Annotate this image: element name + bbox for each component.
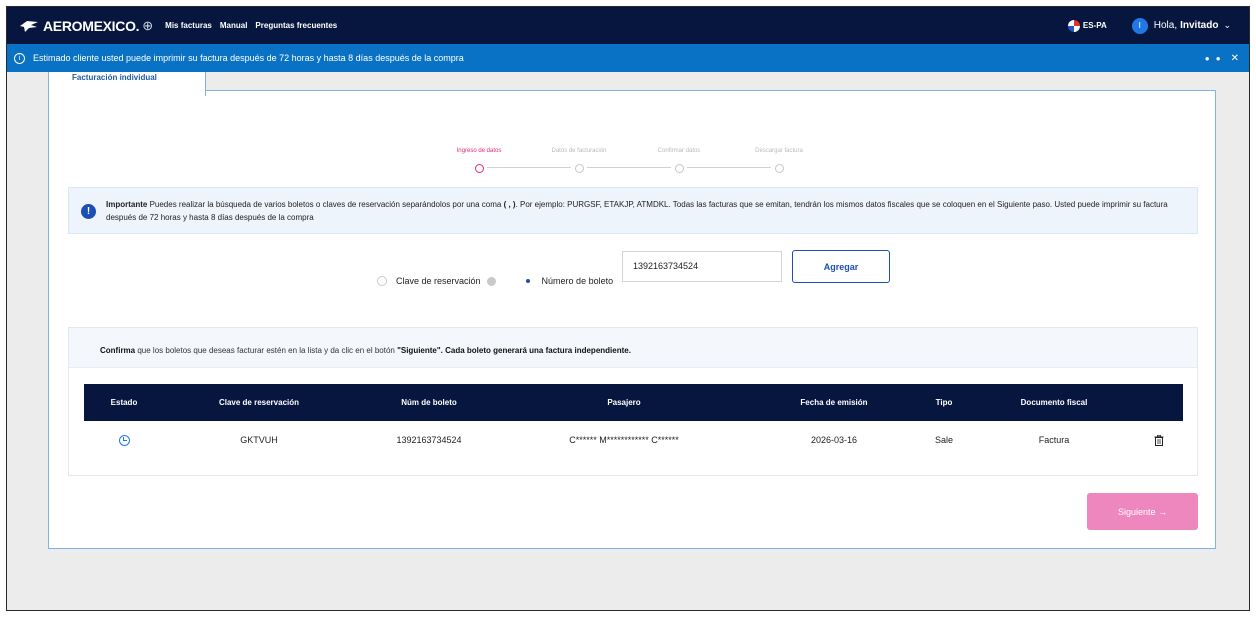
reservation-cell: GKTVUH	[240, 435, 278, 445]
table-header: Estado Clave de reservación Núm de bolet…	[84, 384, 1183, 421]
status-cell	[84, 421, 164, 459]
step-confirmar-datos: Confirmar datos	[629, 148, 729, 175]
confirm-bold: Confirma	[100, 346, 136, 355]
language-code: ES-PA	[1082, 21, 1107, 30]
notice-part-1: Puedes realizar la búsqueda de varios bo…	[147, 200, 504, 209]
header-fecha-emision: Fecha de emisión	[800, 398, 868, 407]
date-cell: 2026-03-16	[810, 435, 858, 445]
step-datos-de-facturacion: Datos de facturación	[529, 148, 629, 175]
radio-label-boleto[interactable]: Número de boleto	[542, 276, 614, 286]
document-cell: Factura	[1038, 435, 1070, 445]
radio-clave-de-reservacion[interactable]	[377, 276, 387, 286]
ticket-number-input[interactable]: 1392163734524	[622, 251, 782, 282]
invoice-card: Ingreso de datos Datos de facturación Co…	[48, 90, 1216, 549]
info-icon: i	[14, 52, 25, 64]
table-row: GKTVUH 1392163734524 C****** M**********…	[84, 421, 1183, 459]
exclamation-icon: !	[81, 204, 96, 219]
radio-label-reservacion[interactable]: Clave de reservación	[396, 276, 481, 286]
search-type-selector: Clave de reservación Número de boleto	[377, 276, 613, 286]
tickets-confirmation: Confirma que los boletos que deseas fact…	[68, 327, 1198, 476]
nav-manual[interactable]: Manual	[220, 21, 248, 30]
header-documento-fiscal: Documento fiscal	[1020, 398, 1088, 407]
confirm-bold-2: "Siguiente". Cada boleto generará una fa…	[397, 346, 631, 355]
confirm-text: que los boletos que deseas facturar esté…	[135, 346, 398, 355]
tab-facturacion-individual[interactable]: Facturación individual	[48, 72, 206, 96]
step-dot	[474, 164, 484, 173]
aeromexico-logo[interactable]: AEROMEXICO. ⊕	[19, 18, 153, 34]
help-icon[interactable]	[486, 276, 496, 286]
nav-mis-facturas[interactable]: Mis facturas	[165, 21, 212, 30]
step-dot	[774, 164, 784, 173]
header-tipo: Tipo	[935, 398, 953, 407]
panama-flag-icon	[1067, 19, 1080, 32]
header-pasajero: Pasajero	[607, 398, 641, 407]
step-label: Ingreso de datos	[456, 148, 502, 154]
ticket-cell: 1392163734524	[396, 435, 462, 445]
trash-icon[interactable]	[1154, 434, 1164, 446]
step-label: Datos de facturación	[551, 148, 607, 154]
top-navbar: AEROMEXICO. ⊕ Mis facturas Manual Pregun…	[7, 7, 1249, 44]
step-ingreso-de-datos: Ingreso de datos	[429, 148, 529, 175]
next-button[interactable]: Siguiente →	[1087, 493, 1198, 530]
header-estado: Estado	[110, 398, 138, 407]
step-label: Confirmar datos	[657, 148, 701, 154]
eagle-logo-icon	[20, 20, 38, 32]
language-selector[interactable]: ES-PA	[1067, 19, 1107, 32]
carousel-dots[interactable]: ● ●	[1205, 54, 1223, 63]
step-dot	[674, 164, 684, 173]
confirm-instructions: Confirma que los boletos que deseas fact…	[69, 328, 1197, 368]
step-label: Descargar factura	[755, 148, 803, 154]
info-banner: i Estimado cliente usted puede imprimir …	[7, 44, 1249, 72]
user-menu[interactable]: I Hola, Invitado ⌄	[1131, 17, 1231, 34]
passenger-cell: C****** M************ C******	[569, 435, 679, 445]
important-notice: ! Importante Puedes realizar la búsqueda…	[68, 187, 1198, 234]
type-cell: Sale	[934, 435, 953, 445]
step-descargar-factura: Descargar factura	[729, 148, 829, 175]
banner-text: Estimado cliente usted puede imprimir su…	[33, 53, 464, 63]
radio-numero-de-boleto[interactable]	[523, 276, 533, 286]
nav-preguntas-frecuentes[interactable]: Preguntas frecuentes	[255, 21, 337, 30]
greeting-text: Hola,	[1153, 20, 1178, 31]
avatar: I	[1131, 17, 1148, 34]
clock-icon	[118, 434, 130, 446]
step-dot	[574, 164, 584, 173]
user-name: Invitado	[1180, 20, 1219, 31]
notice-text: Importante Puedes realizar la búsqueda d…	[106, 198, 1186, 224]
add-button[interactable]: Agregar	[792, 250, 890, 283]
close-icon[interactable]: ✕	[1231, 53, 1239, 64]
header-clave-reservacion: Clave de reservación	[218, 398, 300, 407]
progress-stepper: Ingreso de datos Datos de facturación Co…	[429, 148, 829, 178]
chevron-down-icon: ⌄	[1223, 20, 1231, 30]
tickets-table: Estado Clave de reservación Núm de bolet…	[84, 384, 1183, 459]
notice-bold: Importante	[106, 200, 148, 209]
app-window: AEROMEXICO. ⊕ Mis facturas Manual Pregun…	[6, 6, 1250, 611]
delete-cell[interactable]	[1144, 421, 1174, 459]
skyteam-icon: ⊕	[142, 17, 154, 33]
brand-name: AEROMEXICO.	[43, 17, 140, 34]
notice-comma: ( , )	[503, 200, 516, 209]
header-num-boleto: Núm de boleto	[401, 398, 457, 407]
